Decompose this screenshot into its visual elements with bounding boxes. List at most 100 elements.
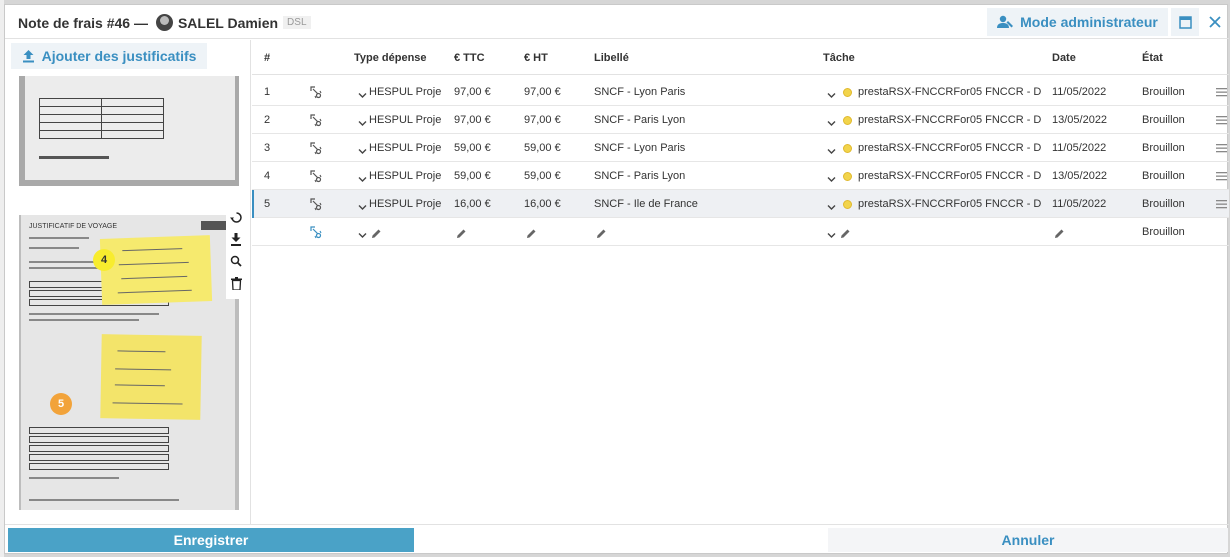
download-button[interactable] bbox=[229, 232, 243, 246]
drag-handle-icon[interactable] bbox=[1214, 141, 1228, 155]
user-avatar bbox=[155, 14, 173, 31]
chevron-down-icon[interactable] bbox=[358, 199, 367, 210]
amount-ttc-cell[interactable]: 97,00 € bbox=[454, 86, 491, 98]
expense-type-cell[interactable]: HESPUL Projet bbox=[369, 198, 441, 210]
attachment-link-button[interactable] bbox=[308, 197, 322, 211]
handwriting-line bbox=[112, 402, 183, 405]
receipt-thumbnail-1[interactable] bbox=[19, 76, 239, 186]
label-cell[interactable]: SNCF - Lyon Paris bbox=[594, 142, 685, 154]
chevron-down-icon[interactable] bbox=[827, 171, 836, 182]
edit-pencil-icon[interactable] bbox=[526, 226, 537, 238]
task-cell[interactable]: prestaRSX-FNCCRFor05 FNCCR - DS bbox=[858, 142, 1042, 154]
table-row[interactable]: 5 HESPUL Projet 16,00 € 16,00 € SNCF - Ile d… bbox=[252, 190, 1229, 218]
drag-handle-icon[interactable] bbox=[1214, 169, 1228, 183]
task-cell[interactable]: prestaRSX-FNCCRFor05 FNCCR - DS bbox=[858, 170, 1042, 182]
chevron-down-icon[interactable] bbox=[827, 143, 836, 154]
amount-ttc-cell[interactable]: 59,00 € bbox=[454, 170, 491, 182]
attachment-link-button[interactable] bbox=[308, 225, 322, 239]
edit-pencil-icon[interactable] bbox=[1054, 226, 1065, 238]
zoom-icon bbox=[230, 255, 242, 267]
date-cell[interactable]: 11/05/2022 bbox=[1052, 86, 1106, 98]
task-cell[interactable]: prestaRSX-FNCCRFor05 FNCCR - DS bbox=[858, 198, 1042, 210]
drag-handle-icon[interactable] bbox=[1214, 113, 1228, 127]
chevron-down-icon[interactable] bbox=[827, 199, 836, 210]
attachment-link-button[interactable] bbox=[308, 113, 322, 127]
date-cell[interactable]: 11/05/2022 bbox=[1052, 142, 1106, 154]
attachment-link-button[interactable] bbox=[308, 169, 322, 183]
status-cell: Brouillon bbox=[1142, 86, 1185, 98]
column-header-tache[interactable]: Tâche bbox=[823, 52, 855, 64]
status-dot bbox=[843, 172, 852, 181]
column-header-type[interactable]: Type dépense bbox=[354, 52, 427, 64]
expense-type-cell[interactable]: HESPUL Projet bbox=[369, 86, 441, 98]
drag-handle-icon[interactable] bbox=[1214, 85, 1228, 99]
delete-button[interactable] bbox=[229, 276, 243, 290]
attachment-icon bbox=[309, 169, 321, 182]
rotate-button[interactable] bbox=[229, 210, 243, 224]
chevron-down-icon[interactable] bbox=[358, 143, 367, 154]
edit-pencil-icon[interactable] bbox=[456, 226, 467, 238]
column-header-ht[interactable]: € HT bbox=[524, 52, 548, 64]
drag-handle-icon[interactable] bbox=[1214, 197, 1228, 211]
label-cell[interactable]: SNCF - Paris Lyon bbox=[594, 170, 685, 182]
column-header-ttc[interactable]: € TTC bbox=[454, 52, 485, 64]
amount-ttc-cell[interactable]: 16,00 € bbox=[454, 198, 491, 210]
label-cell[interactable]: SNCF - Paris Lyon bbox=[594, 114, 685, 126]
download-icon bbox=[231, 232, 241, 246]
table-row[interactable]: 1 HESPUL Projet 97,00 € 97,00 € SNCF - Lyon … bbox=[252, 78, 1229, 106]
handwriting-line bbox=[114, 384, 165, 387]
new-expense-row[interactable]: Brouillon bbox=[252, 218, 1229, 246]
column-header-date[interactable]: Date bbox=[1052, 52, 1076, 64]
amount-ttc-cell[interactable]: 59,00 € bbox=[454, 142, 491, 154]
amount-ht-cell[interactable]: 97,00 € bbox=[524, 114, 561, 126]
chevron-down-icon[interactable] bbox=[827, 115, 836, 126]
task-cell[interactable]: prestaRSX-FNCCRFor05 FNCCR - DS bbox=[858, 114, 1042, 126]
admin-user-icon bbox=[997, 15, 1014, 28]
chevron-down-icon[interactable] bbox=[358, 227, 367, 238]
column-header-libelle[interactable]: Libellé bbox=[594, 52, 629, 64]
chevron-down-icon[interactable] bbox=[358, 171, 367, 182]
status-cell: Brouillon bbox=[1142, 142, 1185, 154]
amount-ht-cell[interactable]: 16,00 € bbox=[524, 198, 561, 210]
date-cell[interactable]: 13/05/2022 bbox=[1052, 114, 1107, 126]
edit-pencil-icon[interactable] bbox=[840, 226, 851, 238]
column-header-number[interactable]: # bbox=[264, 52, 270, 64]
zoom-button[interactable] bbox=[229, 254, 243, 268]
expense-type-cell[interactable]: HESPUL Projet bbox=[369, 142, 441, 154]
edit-pencil-icon[interactable] bbox=[371, 226, 382, 238]
add-attachments-button[interactable]: Ajouter des justificatifs bbox=[11, 43, 207, 69]
label-cell[interactable]: SNCF - Lyon Paris bbox=[594, 86, 685, 98]
date-cell[interactable]: 13/05/2022 bbox=[1052, 170, 1107, 182]
status-dot bbox=[843, 116, 852, 125]
edit-pencil-icon[interactable] bbox=[596, 226, 607, 238]
chevron-down-icon[interactable] bbox=[827, 87, 836, 98]
cancel-button[interactable]: Annuler bbox=[828, 528, 1228, 552]
receipt-table bbox=[39, 98, 164, 139]
receipt-thumbnail-2[interactable]: JUSTIFICATIF DE VOYAGE 4 5 bbox=[19, 215, 239, 510]
table-row[interactable]: 2 HESPUL Projet 97,00 € 97,00 € SNCF - Paris… bbox=[252, 106, 1229, 134]
column-header-etat[interactable]: État bbox=[1142, 52, 1163, 64]
attachment-link-button[interactable] bbox=[308, 85, 322, 99]
close-button[interactable] bbox=[1202, 8, 1228, 36]
expense-type-cell[interactable]: HESPUL Projet bbox=[369, 114, 441, 126]
amount-ht-cell[interactable]: 59,00 € bbox=[524, 142, 561, 154]
receipt-text-line bbox=[29, 499, 179, 501]
chevron-down-icon[interactable] bbox=[358, 87, 367, 98]
admin-mode-button[interactable]: Mode administrateur bbox=[987, 8, 1168, 36]
save-button[interactable]: Enregistrer bbox=[8, 528, 414, 552]
task-cell[interactable]: prestaRSX-FNCCRFor05 FNCCR - DS bbox=[858, 86, 1042, 98]
table-row[interactable]: 3 HESPUL Projet 59,00 € 59,00 € SNCF - Lyon … bbox=[252, 134, 1229, 162]
amount-ttc-cell[interactable]: 97,00 € bbox=[454, 114, 491, 126]
amount-ht-cell[interactable]: 97,00 € bbox=[524, 86, 561, 98]
maximize-button[interactable] bbox=[1171, 8, 1199, 36]
label-cell[interactable]: SNCF - Ile de France bbox=[594, 198, 698, 210]
amount-ht-cell[interactable]: 59,00 € bbox=[524, 170, 561, 182]
chevron-down-icon[interactable] bbox=[827, 227, 836, 238]
receipt-badge-5: 5 bbox=[50, 393, 72, 415]
chevron-down-icon[interactable] bbox=[358, 115, 367, 126]
add-attachments-label: Ajouter des justificatifs bbox=[41, 48, 197, 64]
attachment-link-button[interactable] bbox=[308, 141, 322, 155]
date-cell[interactable]: 11/05/2022 bbox=[1052, 198, 1106, 210]
expense-type-cell[interactable]: HESPUL Projet bbox=[369, 170, 441, 182]
table-row[interactable]: 4 HESPUL Projet 59,00 € 59,00 € SNCF - Paris… bbox=[252, 162, 1229, 190]
